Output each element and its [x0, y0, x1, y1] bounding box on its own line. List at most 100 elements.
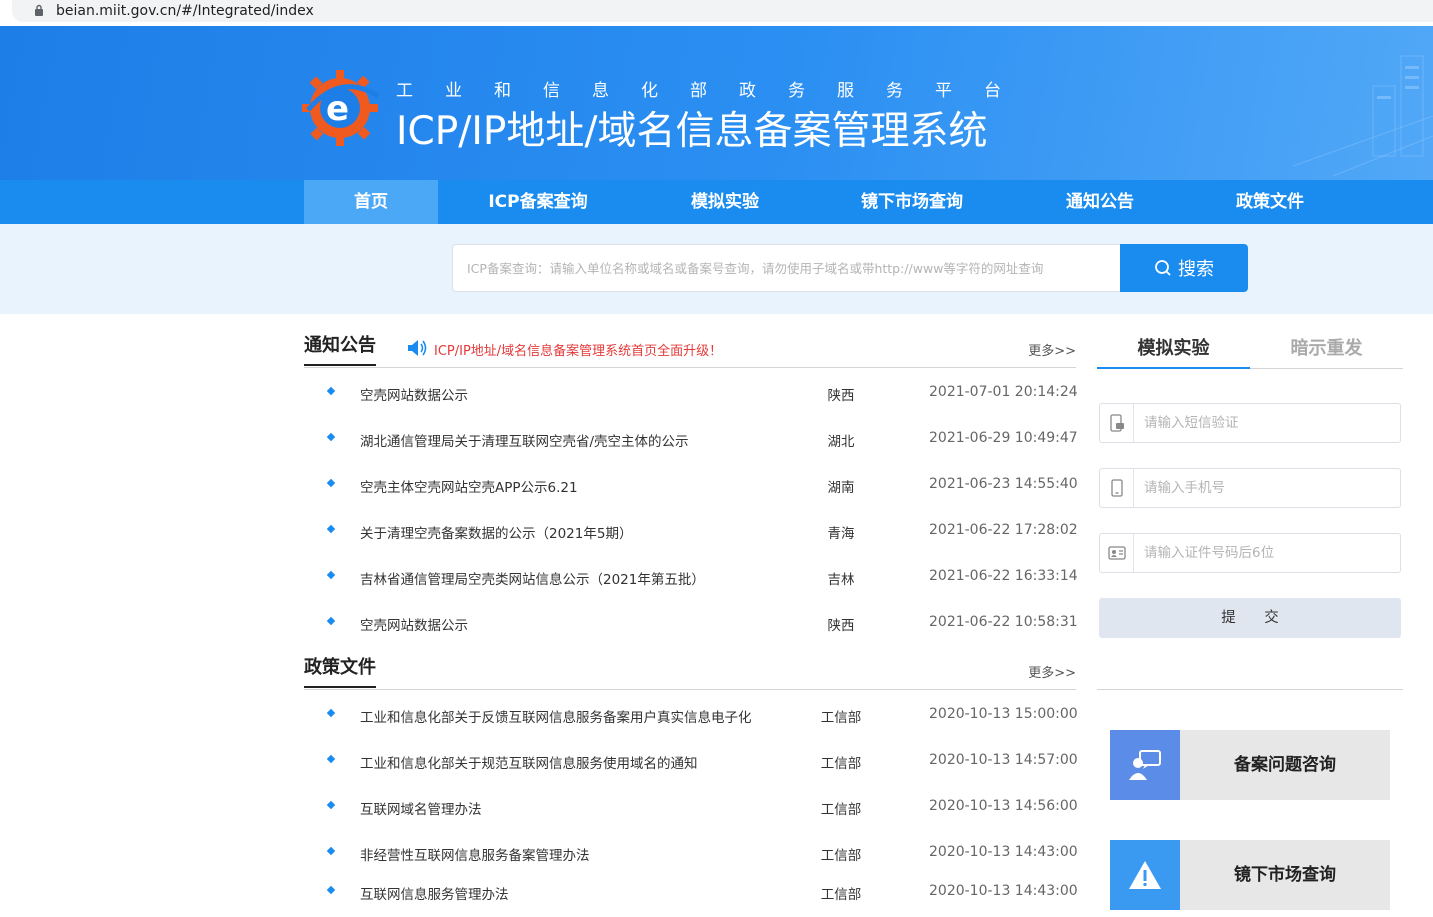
url-text: beian.miit.gov.cn/#/Integrated/index	[56, 3, 314, 19]
notice-row[interactable]: 吉林省通信管理局空壳类网站信息公示（2021年第五批） 吉林 2021-06-2…	[304, 556, 1078, 602]
notice-title[interactable]: 吉林省通信管理局空壳类网站信息公示（2021年第五批）	[360, 568, 705, 588]
notice-date: 2021-06-29 10:49:47	[929, 430, 1078, 446]
side-tabs: 模拟实验 暗示重发	[1097, 331, 1403, 369]
policy-issuer: 工信部	[820, 887, 862, 903]
policy-date: 2020-10-13 14:56:00	[929, 798, 1078, 814]
policy-date: 2020-10-13 15:00:00	[929, 706, 1078, 722]
policy-more-link[interactable]: 更多>>	[1028, 662, 1076, 681]
search-icon	[1155, 260, 1171, 276]
bullet-icon	[326, 570, 336, 580]
search-button[interactable]: 搜索	[1120, 244, 1248, 292]
phone-icon	[1100, 469, 1134, 507]
notice-date: 2021-06-22 17:28:02	[929, 522, 1078, 538]
policy-title[interactable]: 工业和信息化部关于规范互联网信息服务使用域名的通知	[360, 752, 698, 772]
notice-date: 2021-06-22 10:58:31	[929, 614, 1078, 630]
policy-date: 2020-10-13 14:57:00	[929, 752, 1078, 768]
lock-icon	[35, 4, 43, 16]
policy-title[interactable]: 非经营性互联网信息服务备案管理办法	[360, 844, 590, 864]
nav-item-notices[interactable]: 通知公告	[1012, 180, 1188, 224]
id-suffix-input[interactable]	[1144, 534, 1394, 572]
consult-icon	[1110, 730, 1180, 800]
bullet-icon	[326, 386, 336, 396]
nav-item-market-query[interactable]: 镜下市场查询	[812, 180, 1012, 224]
notice-row[interactable]: 关于清理空壳备案数据的公示（2021年5期） 青海 2021-06-22 17:…	[304, 510, 1078, 556]
id-suffix-field[interactable]	[1099, 533, 1401, 573]
notice-region: 湖南	[827, 480, 855, 496]
policy-issuer: 工信部	[820, 802, 862, 818]
policy-date: 2020-10-13 14:43:00	[929, 883, 1078, 899]
policy-issuer: 工信部	[820, 848, 862, 864]
policy-section-title: 政策文件	[304, 654, 376, 688]
logo-icon: e	[302, 70, 380, 146]
url-bar[interactable]: beian.miit.gov.cn/#/Integrated/index	[12, 0, 1433, 22]
bullet-icon	[326, 754, 336, 764]
bullet-icon	[326, 885, 336, 895]
policy-row[interactable]: 工业和信息化部关于规范互联网信息服务使用域名的通知 工信部 2020-10-13…	[304, 740, 1078, 786]
sms-code-input[interactable]	[1144, 404, 1394, 442]
notice-row[interactable]: 空壳网站数据公示 陕西 2021-07-01 20:14:24	[304, 372, 1078, 418]
site-subtitle: 工业和信息化部政务服务平台	[396, 81, 1033, 101]
phone-field[interactable]	[1099, 468, 1401, 508]
notice-region: 湖北	[827, 434, 855, 450]
notice-row[interactable]: 湖北通信管理局关于清理互联网空壳省/壳空主体的公示 湖北 2021-06-29 …	[304, 418, 1078, 464]
policy-title[interactable]: 互联网信息服务管理办法	[360, 883, 509, 903]
policy-title[interactable]: 互联网域名管理办法	[360, 798, 482, 818]
notice-section-header: 通知公告 ICP/IP地址/域名信息备案管理系统首页全面升级！ 更多>>	[304, 332, 1076, 368]
policy-row[interactable]: 互联网信息服务管理办法 工信部 2020-10-13 14:43:00	[304, 871, 1078, 917]
svg-text:e: e	[326, 89, 349, 129]
id-card-icon	[1100, 534, 1134, 572]
bullet-icon	[326, 524, 336, 534]
search-input[interactable]	[452, 244, 1120, 292]
notice-title[interactable]: 湖北通信管理局关于清理互联网空壳省/壳空主体的公示	[360, 430, 689, 450]
sms-code-field[interactable]	[1099, 403, 1401, 443]
main-nav: 首页 ICP备案查询 模拟实验 镜下市场查询 通知公告 政策文件	[0, 180, 1433, 224]
notice-date: 2021-06-22 16:33:14	[929, 568, 1078, 584]
policy-issuer: 工信部	[820, 756, 862, 772]
bullet-icon	[326, 432, 336, 442]
policy-section-header: 政策文件 更多>>	[304, 654, 1076, 690]
notice-region: 陕西	[827, 388, 855, 404]
search-button-label: 搜索	[1178, 259, 1214, 280]
notice-date: 2021-07-01 20:14:24	[929, 384, 1078, 400]
tab-simulation[interactable]: 模拟实验	[1097, 331, 1250, 369]
submit-button[interactable]: 提 交	[1099, 598, 1401, 638]
policy-row[interactable]: 互联网域名管理办法 工信部 2020-10-13 14:56:00	[304, 786, 1078, 832]
quick-link-market[interactable]: 镜下市场查询	[1110, 840, 1390, 910]
policy-issuer: 工信部	[820, 710, 862, 726]
notice-title[interactable]: 空壳主体空壳网站空壳APP公示6.21	[360, 476, 578, 496]
nav-item-simulation[interactable]: 模拟实验	[638, 180, 812, 224]
bullet-icon	[326, 478, 336, 488]
site-title: ICP/IP地址/域名信息备案管理系统	[396, 109, 988, 154]
notice-row[interactable]: 空壳主体空壳网站空壳APP公示6.21 湖南 2021-06-23 14:55:…	[304, 464, 1078, 510]
decorative-graphic	[1292, 55, 1433, 177]
policy-row[interactable]: 工业和信息化部关于反馈互联网信息服务备案用户真实信息电子化 工信部 2020-1…	[304, 694, 1078, 740]
quick-link-consult[interactable]: 备案问题咨询	[1110, 730, 1390, 800]
policy-date: 2020-10-13 14:43:00	[929, 844, 1078, 860]
tab-resend[interactable]: 暗示重发	[1250, 331, 1403, 369]
notice-section-title: 通知公告	[304, 332, 376, 366]
bullet-icon	[326, 846, 336, 856]
notice-title[interactable]: 空壳网站数据公示	[360, 614, 468, 634]
side-divider	[1097, 689, 1403, 690]
notice-date: 2021-06-23 14:55:40	[929, 476, 1078, 492]
notice-title[interactable]: 空壳网站数据公示	[360, 384, 468, 404]
quick-link-label: 镜下市场查询	[1234, 865, 1336, 885]
notice-region: 陕西	[827, 618, 855, 634]
quick-link-label: 备案问题咨询	[1234, 755, 1336, 775]
header-banner: e 工业和信息化部政务服务平台 ICP/IP地址/域名信息备案管理系统	[0, 26, 1433, 180]
notice-marquee[interactable]: ICP/IP地址/域名信息备案管理系统首页全面升级！	[434, 340, 722, 359]
speaker-icon	[408, 340, 427, 356]
bullet-icon	[326, 616, 336, 626]
address-bar: beian.miit.gov.cn/#/Integrated/index	[0, 0, 1433, 26]
notice-more-link[interactable]: 更多>>	[1028, 340, 1076, 359]
nav-item-home[interactable]: 首页	[304, 180, 438, 224]
nav-item-icp-query[interactable]: ICP备案查询	[438, 180, 638, 224]
nav-item-policies[interactable]: 政策文件	[1188, 180, 1352, 224]
bullet-icon	[326, 708, 336, 718]
notice-title[interactable]: 关于清理空壳备案数据的公示（2021年5期）	[360, 522, 632, 542]
search-band: 搜索	[0, 224, 1433, 314]
notice-row[interactable]: 空壳网站数据公示 陕西 2021-06-22 10:58:31	[304, 602, 1078, 648]
policy-title[interactable]: 工业和信息化部关于反馈互联网信息服务备案用户真实信息电子化	[360, 706, 752, 726]
warning-icon	[1110, 840, 1180, 910]
phone-input[interactable]	[1144, 469, 1394, 507]
